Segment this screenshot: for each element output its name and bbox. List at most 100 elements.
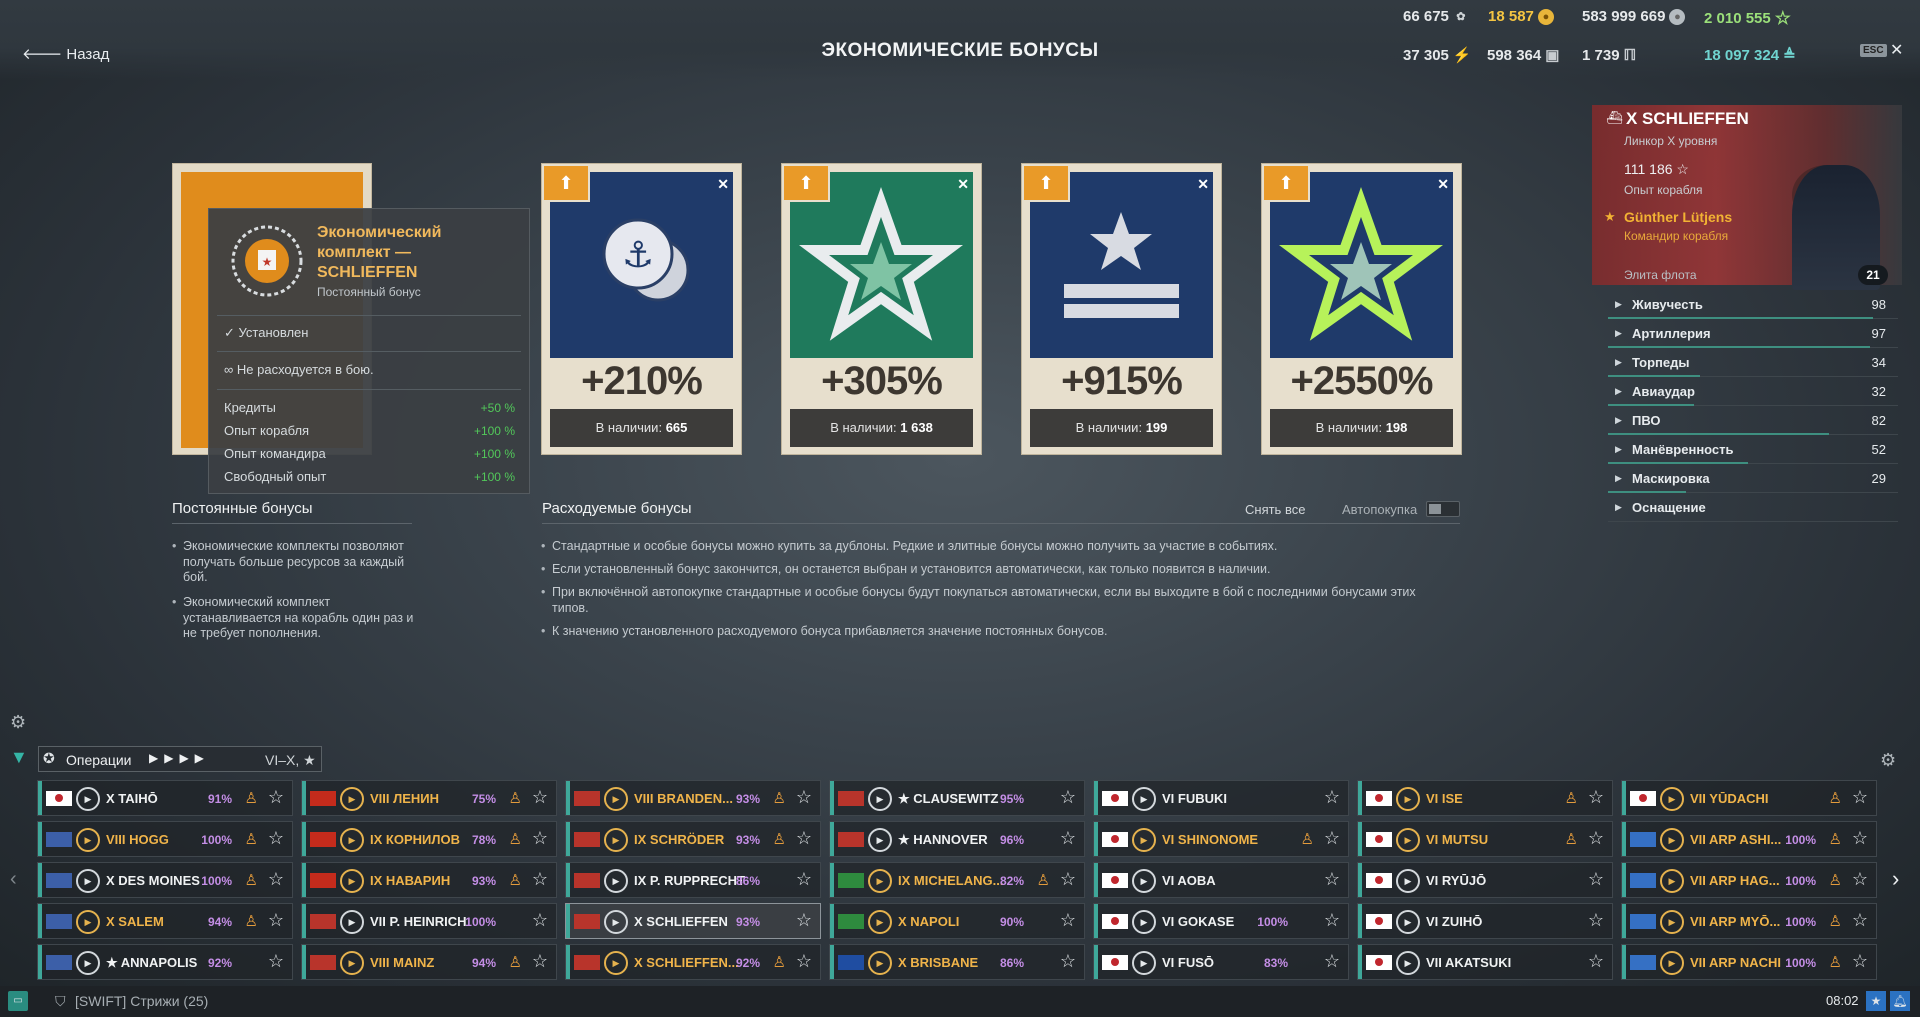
star-icon[interactable]: ☆ [796, 787, 812, 808]
commander-name[interactable]: Günther Lütjens [1624, 209, 1732, 225]
star-icon[interactable]: ☆ [796, 869, 812, 890]
ship-tile[interactable]: ▶ X SALEM 94% ♙ ☆ [37, 903, 293, 939]
ship-tile[interactable]: ▶ IX P. RUPPRECHT 86% ☆ [565, 862, 821, 898]
autobuy-toggle[interactable] [1426, 501, 1460, 517]
bell-icon[interactable]: 🔔︎ [1890, 991, 1910, 1011]
star-icon[interactable]: ☆ [268, 869, 284, 890]
star-icon[interactable]: ☆ [532, 869, 548, 890]
star-icon[interactable]: ☆ [796, 828, 812, 849]
ship-tile[interactable]: ▶ VIII HOGG 100% ♙ ☆ [37, 821, 293, 857]
filter-icon[interactable]: ▼ [10, 747, 28, 768]
ship-tile[interactable]: ▶ ★ HANNOVER 96% ☆ [829, 821, 1085, 857]
star-icon[interactable]: ☆ [1588, 869, 1604, 890]
resource-doubloons[interactable]: 18 587 ● [1488, 8, 1554, 25]
ship-tile[interactable]: ▶ VII ARP ASHI... 100% ♙ ☆ [1621, 821, 1877, 857]
ship-tile[interactable]: ▶ X DES MOINES 100% ♙ ☆ [37, 862, 293, 898]
close-icon[interactable]: ✕ [717, 176, 729, 193]
star-icon[interactable]: ☆ [532, 787, 548, 808]
star-icon[interactable]: ☆ [1060, 951, 1076, 972]
star-icon[interactable]: ☆ [1324, 828, 1340, 849]
ship-tile[interactable]: ▶ VII ARP NACHI 100% ♙ ☆ [1621, 944, 1877, 980]
stat-row[interactable]: ▶ Манёвренность 52 [1608, 435, 1898, 464]
star-icon[interactable]: ☆ [1852, 787, 1868, 808]
star-icon[interactable]: ☆ [1060, 910, 1076, 931]
stat-row[interactable]: ▶ Торпеды 34 [1608, 348, 1898, 377]
clan-label[interactable]: [SWIFT] Стрижи (25) [75, 993, 208, 1009]
bonus-card-ship-xp[interactable]: ⬆ ✕ +305% В наличии: 1 638 [781, 163, 982, 455]
bonus-card-credits[interactable]: ⚓ ⬆ ✕ +210% В наличии: 665 [541, 163, 742, 455]
stat-row[interactable]: ▶ ПВО 82 [1608, 406, 1898, 435]
resource-elite-xp[interactable]: 18 097 324 ≜ [1704, 46, 1796, 65]
carousel-next-arrow[interactable]: › [1892, 866, 1899, 892]
star-icon[interactable]: ☆ [1588, 951, 1604, 972]
ship-tile[interactable]: ▶ VII ARP MYŌ... 100% ♙ ☆ [1621, 903, 1877, 939]
star-icon[interactable]: ☆ [532, 951, 548, 972]
ship-tile[interactable]: ▶ IX SCHRÖDER 93% ♙ ☆ [565, 821, 821, 857]
ship-tile[interactable]: ▶ IX MICHELANG... 82% ♙ ☆ [829, 862, 1085, 898]
ship-tile[interactable]: ▶ VI SHINONOME ♙ ☆ [1093, 821, 1349, 857]
ship-tile[interactable]: ▶ VI RYŪJŌ ☆ [1357, 862, 1613, 898]
close-icon[interactable]: ✕ [1197, 176, 1209, 193]
ship-tile[interactable]: ▶ VIII BRANDEN... 93% ♙ ☆ [565, 780, 821, 816]
close-button[interactable]: ✕ [1890, 40, 1903, 60]
ship-tile[interactable]: ▶ VI ZUIHŌ ☆ [1357, 903, 1613, 939]
star-icon[interactable]: ☆ [532, 828, 548, 849]
star-icon[interactable]: ☆ [268, 787, 284, 808]
ship-tile[interactable]: ▶ X BRISBANE 86% ☆ [829, 944, 1085, 980]
bonus-card-commander-xp[interactable]: ⬆ ✕ +915% В наличии: 199 [1021, 163, 1222, 455]
ship-tile[interactable]: ▶ VI FUBUKI ☆ [1093, 780, 1349, 816]
ship-tile[interactable]: ▶ VII AKATSUKI ☆ [1357, 944, 1613, 980]
gear-icon[interactable]: ⚙ [10, 712, 26, 733]
ship-tile[interactable]: ▶ VII ARP HAG... 100% ♙ ☆ [1621, 862, 1877, 898]
resource-research[interactable]: 1 739 ℿ [1582, 46, 1636, 65]
star-icon[interactable]: ☆ [268, 828, 284, 849]
stat-row[interactable]: ▶ Маскировка 29 [1608, 464, 1898, 493]
ship-tile[interactable]: ▶ ★ CLAUSEWITZ 95% ☆ [829, 780, 1085, 816]
star-icon[interactable]: ☆ [1324, 869, 1340, 890]
star-icon[interactable]: ☆ [532, 910, 548, 931]
ship-tile[interactable]: ▶ X SCHLIEFFEN 93% ☆ [565, 903, 821, 939]
star-icon[interactable]: ☆ [1588, 828, 1604, 849]
star-icon[interactable]: ☆ [1324, 910, 1340, 931]
star-icon[interactable]: ☆ [1324, 787, 1340, 808]
ship-tile[interactable]: ▶ VI GOKASE 100% ☆ [1093, 903, 1349, 939]
close-icon[interactable]: ✕ [1437, 176, 1449, 193]
star-icon[interactable]: ☆ [1852, 910, 1868, 931]
stat-row[interactable]: ▶ Артиллерия 97 [1608, 319, 1898, 348]
ship-tile[interactable]: ▶ X NAPOLI 90% ☆ [829, 903, 1085, 939]
star-icon[interactable]: ☆ [1324, 951, 1340, 972]
stat-row[interactable]: ▶ Живучесть 98 [1608, 290, 1898, 319]
ship-tile[interactable]: ▶ X SCHLIEFFEN... 92% ♙ ☆ [565, 944, 821, 980]
resource-free-xp[interactable]: 2 010 555 ☆ [1704, 8, 1791, 29]
ship-tile[interactable]: ▶ IX КОРНИЛОВ 78% ♙ ☆ [301, 821, 557, 857]
ship-tile[interactable]: ▶ X TAIHŌ 91% ♙ ☆ [37, 780, 293, 816]
star-icon[interactable]: ☆ [1852, 951, 1868, 972]
star-icon[interactable]: ☆ [1852, 869, 1868, 890]
ship-tile[interactable]: ▶ VI FUSŌ 83% ☆ [1093, 944, 1349, 980]
ship-tile[interactable]: ▶ ★ ANNAPOLIS 92% ☆ [37, 944, 293, 980]
ship-tile[interactable]: ▶ VII YŪDACHI ♙ ☆ [1621, 780, 1877, 816]
carousel-prev-arrow[interactable]: ‹ [10, 868, 17, 891]
ship-tile[interactable]: ▶ VIII MAINZ 94% ♙ ☆ [301, 944, 557, 980]
resource-signals[interactable]: 66 675 ✿ [1403, 8, 1469, 25]
ship-tile[interactable]: ▶ VI MUTSU ♙ ☆ [1357, 821, 1613, 857]
ship-tile[interactable]: ▶ VI AOBA ☆ [1093, 862, 1349, 898]
chat-icon[interactable]: ▭ [8, 991, 28, 1011]
ship-tile[interactable]: ▶ VI ISE ♙ ☆ [1357, 780, 1613, 816]
tier-filter[interactable]: VI–X, ★ [265, 752, 316, 769]
resource-coal[interactable]: 37 305 ⚡ [1403, 46, 1472, 65]
ship-tile[interactable]: ▶ IX НАВАРИН 93% ♙ ☆ [301, 862, 557, 898]
star-icon[interactable]: ★ [1866, 991, 1886, 1011]
bonus-card-free-xp[interactable]: ⬆ ✕ +2550% В наличии: 198 [1261, 163, 1462, 455]
star-icon[interactable]: ☆ [1588, 910, 1604, 931]
remove-all-button[interactable]: Снять все [1245, 502, 1305, 517]
star-icon[interactable]: ☆ [796, 910, 812, 931]
stat-row[interactable]: ▶ Авиаудар 32 [1608, 377, 1898, 406]
star-icon[interactable]: ☆ [1060, 869, 1076, 890]
star-icon[interactable]: ☆ [1060, 828, 1076, 849]
ship-class-filters[interactable]: ▶▶▶▶ [149, 751, 210, 765]
star-icon[interactable]: ☆ [796, 951, 812, 972]
star-icon[interactable]: ☆ [1852, 828, 1868, 849]
star-icon[interactable]: ☆ [268, 910, 284, 931]
ship-tile[interactable]: ▶ VIII ЛЕНИН 75% ♙ ☆ [301, 780, 557, 816]
